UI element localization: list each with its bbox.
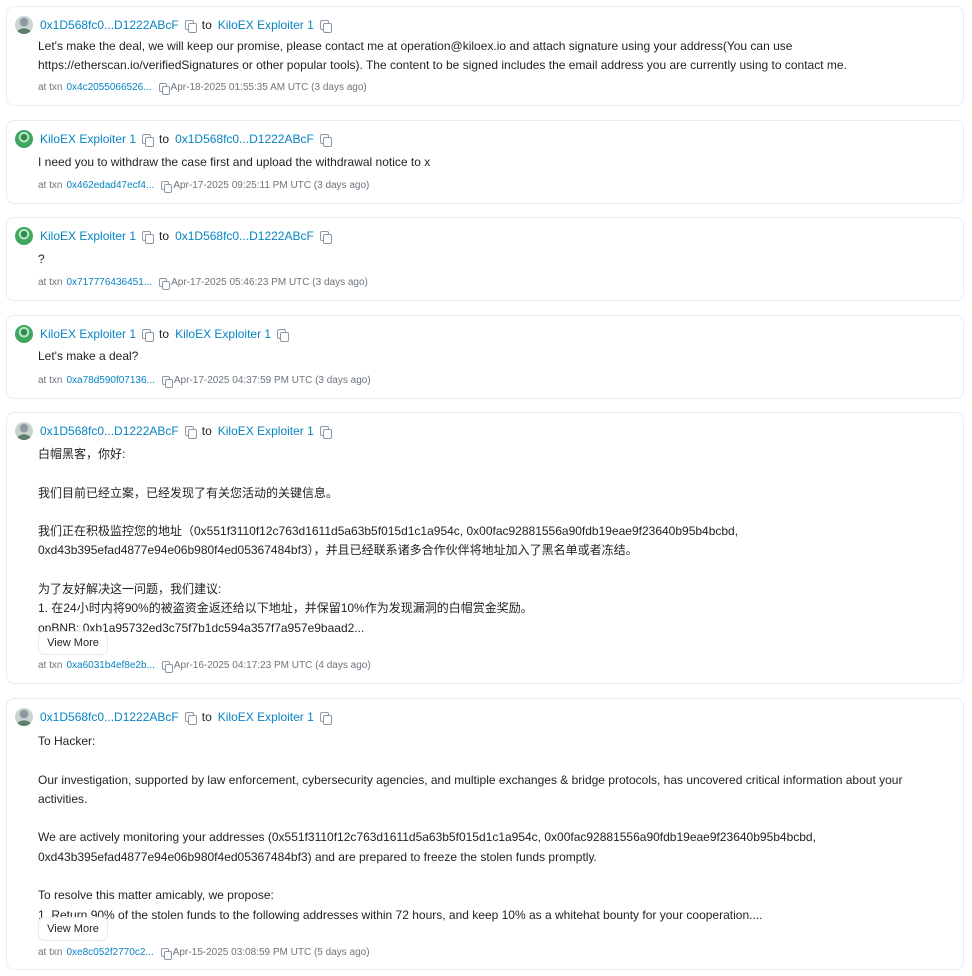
avatar [15, 130, 33, 148]
to-label: to [159, 132, 170, 146]
message-body: 白帽黑客，你好: 我们目前已经立案，已经发现了有关您活动的关键信息。 我们正在积… [38, 447, 739, 635]
message-header: KiloEX Exploiter 1 to 0x1D568fc0...D1222… [15, 226, 337, 246]
copy-icon[interactable] [159, 277, 171, 290]
avatar [15, 227, 33, 245]
copy-icon[interactable] [319, 426, 332, 439]
txn-hash-link[interactable]: 0xe8c052f2770c2... [66, 947, 153, 958]
recipient-address-link[interactable]: KiloEX Exploiter 1 [218, 18, 314, 32]
to-label: to [201, 424, 212, 438]
sender-address-link[interactable]: 0x1D568fc0...D1222ABcF [40, 18, 179, 32]
copy-icon[interactable] [142, 231, 155, 244]
at-txn-label: at txn [38, 81, 63, 93]
view-more-button[interactable]: View More [38, 917, 108, 941]
view-more-button[interactable]: View More [38, 631, 108, 655]
message-header: 0x1D568fc0...D1222ABcF to KiloEX Exploit… [15, 421, 337, 441]
timestamp: Apr-18-2025 01:55:35 AM UTC (3 days ago) [170, 81, 367, 93]
to-label: to [159, 327, 170, 341]
copy-icon[interactable] [160, 947, 172, 960]
avatar [15, 325, 33, 343]
message-meta: at txn 0xa6031b4ef8e2b... Apr-16-2025 04… [38, 658, 371, 673]
message-card: 0x1D568fc0...D1222ABcF to KiloEX Exploit… [6, 698, 964, 970]
message-meta: at txn 0xa78d590f07136... Apr-17-2025 04… [38, 373, 371, 388]
sender-address-link[interactable]: KiloEX Exploiter 1 [40, 229, 136, 243]
recipient-address-link[interactable]: KiloEX Exploiter 1 [175, 327, 271, 341]
message-card: KiloEX Exploiter 1 to 0x1D568fc0...D1222… [6, 217, 964, 301]
message-header: 0x1D568fc0...D1222ABcF to KiloEX Exploit… [15, 15, 337, 35]
txn-hash-link[interactable]: 0xa6031b4ef8e2b... [66, 660, 154, 671]
message-meta: at txn 0xe8c052f2770c2... Apr-15-2025 03… [38, 945, 370, 960]
copy-icon[interactable] [319, 20, 332, 33]
copy-icon[interactable] [184, 20, 197, 33]
message-body: I need you to withdraw the case first an… [38, 155, 431, 169]
copy-icon[interactable] [277, 329, 290, 342]
message-body: Let's make the deal, we will keep our pr… [38, 39, 847, 72]
copy-icon[interactable] [161, 660, 173, 673]
message-card: KiloEX Exploiter 1 to 0x1D568fc0...D1222… [6, 120, 964, 204]
recipient-address-link[interactable]: 0x1D568fc0...D1222ABcF [175, 132, 314, 146]
txn-hash-link[interactable]: 0x462edad47ecf4... [66, 180, 154, 191]
message-header: KiloEX Exploiter 1 to 0x1D568fc0...D1222… [15, 129, 337, 149]
at-txn-label: at txn [38, 659, 63, 671]
at-txn-label: at txn [38, 946, 63, 958]
copy-icon[interactable] [161, 375, 173, 388]
avatar [15, 422, 33, 440]
message-card: KiloEX Exploiter 1 to KiloEX Exploiter 1… [6, 315, 964, 399]
message-header: KiloEX Exploiter 1 to KiloEX Exploiter 1 [15, 324, 294, 344]
copy-icon[interactable] [184, 712, 197, 725]
recipient-address-link[interactable]: KiloEX Exploiter 1 [218, 424, 314, 438]
to-label: to [201, 710, 212, 724]
avatar [15, 16, 33, 34]
timestamp: Apr-17-2025 05:46:23 PM UTC (3 days ago) [171, 276, 368, 288]
copy-icon[interactable] [319, 712, 332, 725]
recipient-address-link[interactable]: KiloEX Exploiter 1 [218, 710, 314, 724]
timestamp: Apr-16-2025 04:17:23 PM UTC (4 days ago) [173, 659, 371, 671]
txn-hash-link[interactable]: 0xa78d590f07136... [66, 375, 154, 386]
at-txn-label: at txn [38, 276, 63, 288]
sender-address-link[interactable]: KiloEX Exploiter 1 [40, 327, 136, 341]
message-header: 0x1D568fc0...D1222ABcF to KiloEX Exploit… [15, 707, 337, 727]
at-txn-label: at txn [38, 374, 63, 386]
message-card: 0x1D568fc0...D1222ABcF to KiloEX Exploit… [6, 412, 964, 684]
message-body: To Hacker: Our investigation, supported … [38, 734, 903, 922]
txn-hash-link[interactable]: 0x4c2055066526... [66, 82, 151, 93]
timestamp: Apr-17-2025 04:37:59 PM UTC (3 days ago) [173, 374, 371, 386]
sender-address-link[interactable]: 0x1D568fc0...D1222ABcF [40, 424, 179, 438]
copy-icon[interactable] [319, 231, 332, 244]
copy-icon[interactable] [184, 426, 197, 439]
avatar [15, 708, 33, 726]
at-txn-label: at txn [38, 179, 63, 191]
sender-address-link[interactable]: 0x1D568fc0...D1222ABcF [40, 710, 179, 724]
timestamp: Apr-17-2025 09:25:11 PM UTC (3 days ago) [173, 179, 370, 191]
message-meta: at txn 0x462edad47ecf4... Apr-17-2025 09… [38, 178, 370, 193]
copy-icon[interactable] [142, 134, 155, 147]
message-card: 0x1D568fc0...D1222ABcF to KiloEX Exploit… [6, 6, 964, 106]
message-body: ? [38, 252, 45, 266]
to-label: to [159, 229, 170, 243]
copy-icon[interactable] [158, 82, 170, 95]
copy-icon[interactable] [161, 180, 173, 193]
txn-hash-link[interactable]: 0x717776436451... [66, 277, 152, 288]
timestamp: Apr-15-2025 03:08:59 PM UTC (5 days ago) [172, 946, 370, 958]
message-meta: at txn 0x4c2055066526... Apr-18-2025 01:… [38, 80, 367, 95]
message-meta: at txn 0x717776436451... Apr-17-2025 05:… [38, 275, 368, 290]
message-body: Let's make a deal? [38, 349, 139, 363]
recipient-address-link[interactable]: 0x1D568fc0...D1222ABcF [175, 229, 314, 243]
copy-icon[interactable] [319, 134, 332, 147]
to-label: to [201, 18, 212, 32]
copy-icon[interactable] [142, 329, 155, 342]
sender-address-link[interactable]: KiloEX Exploiter 1 [40, 132, 136, 146]
